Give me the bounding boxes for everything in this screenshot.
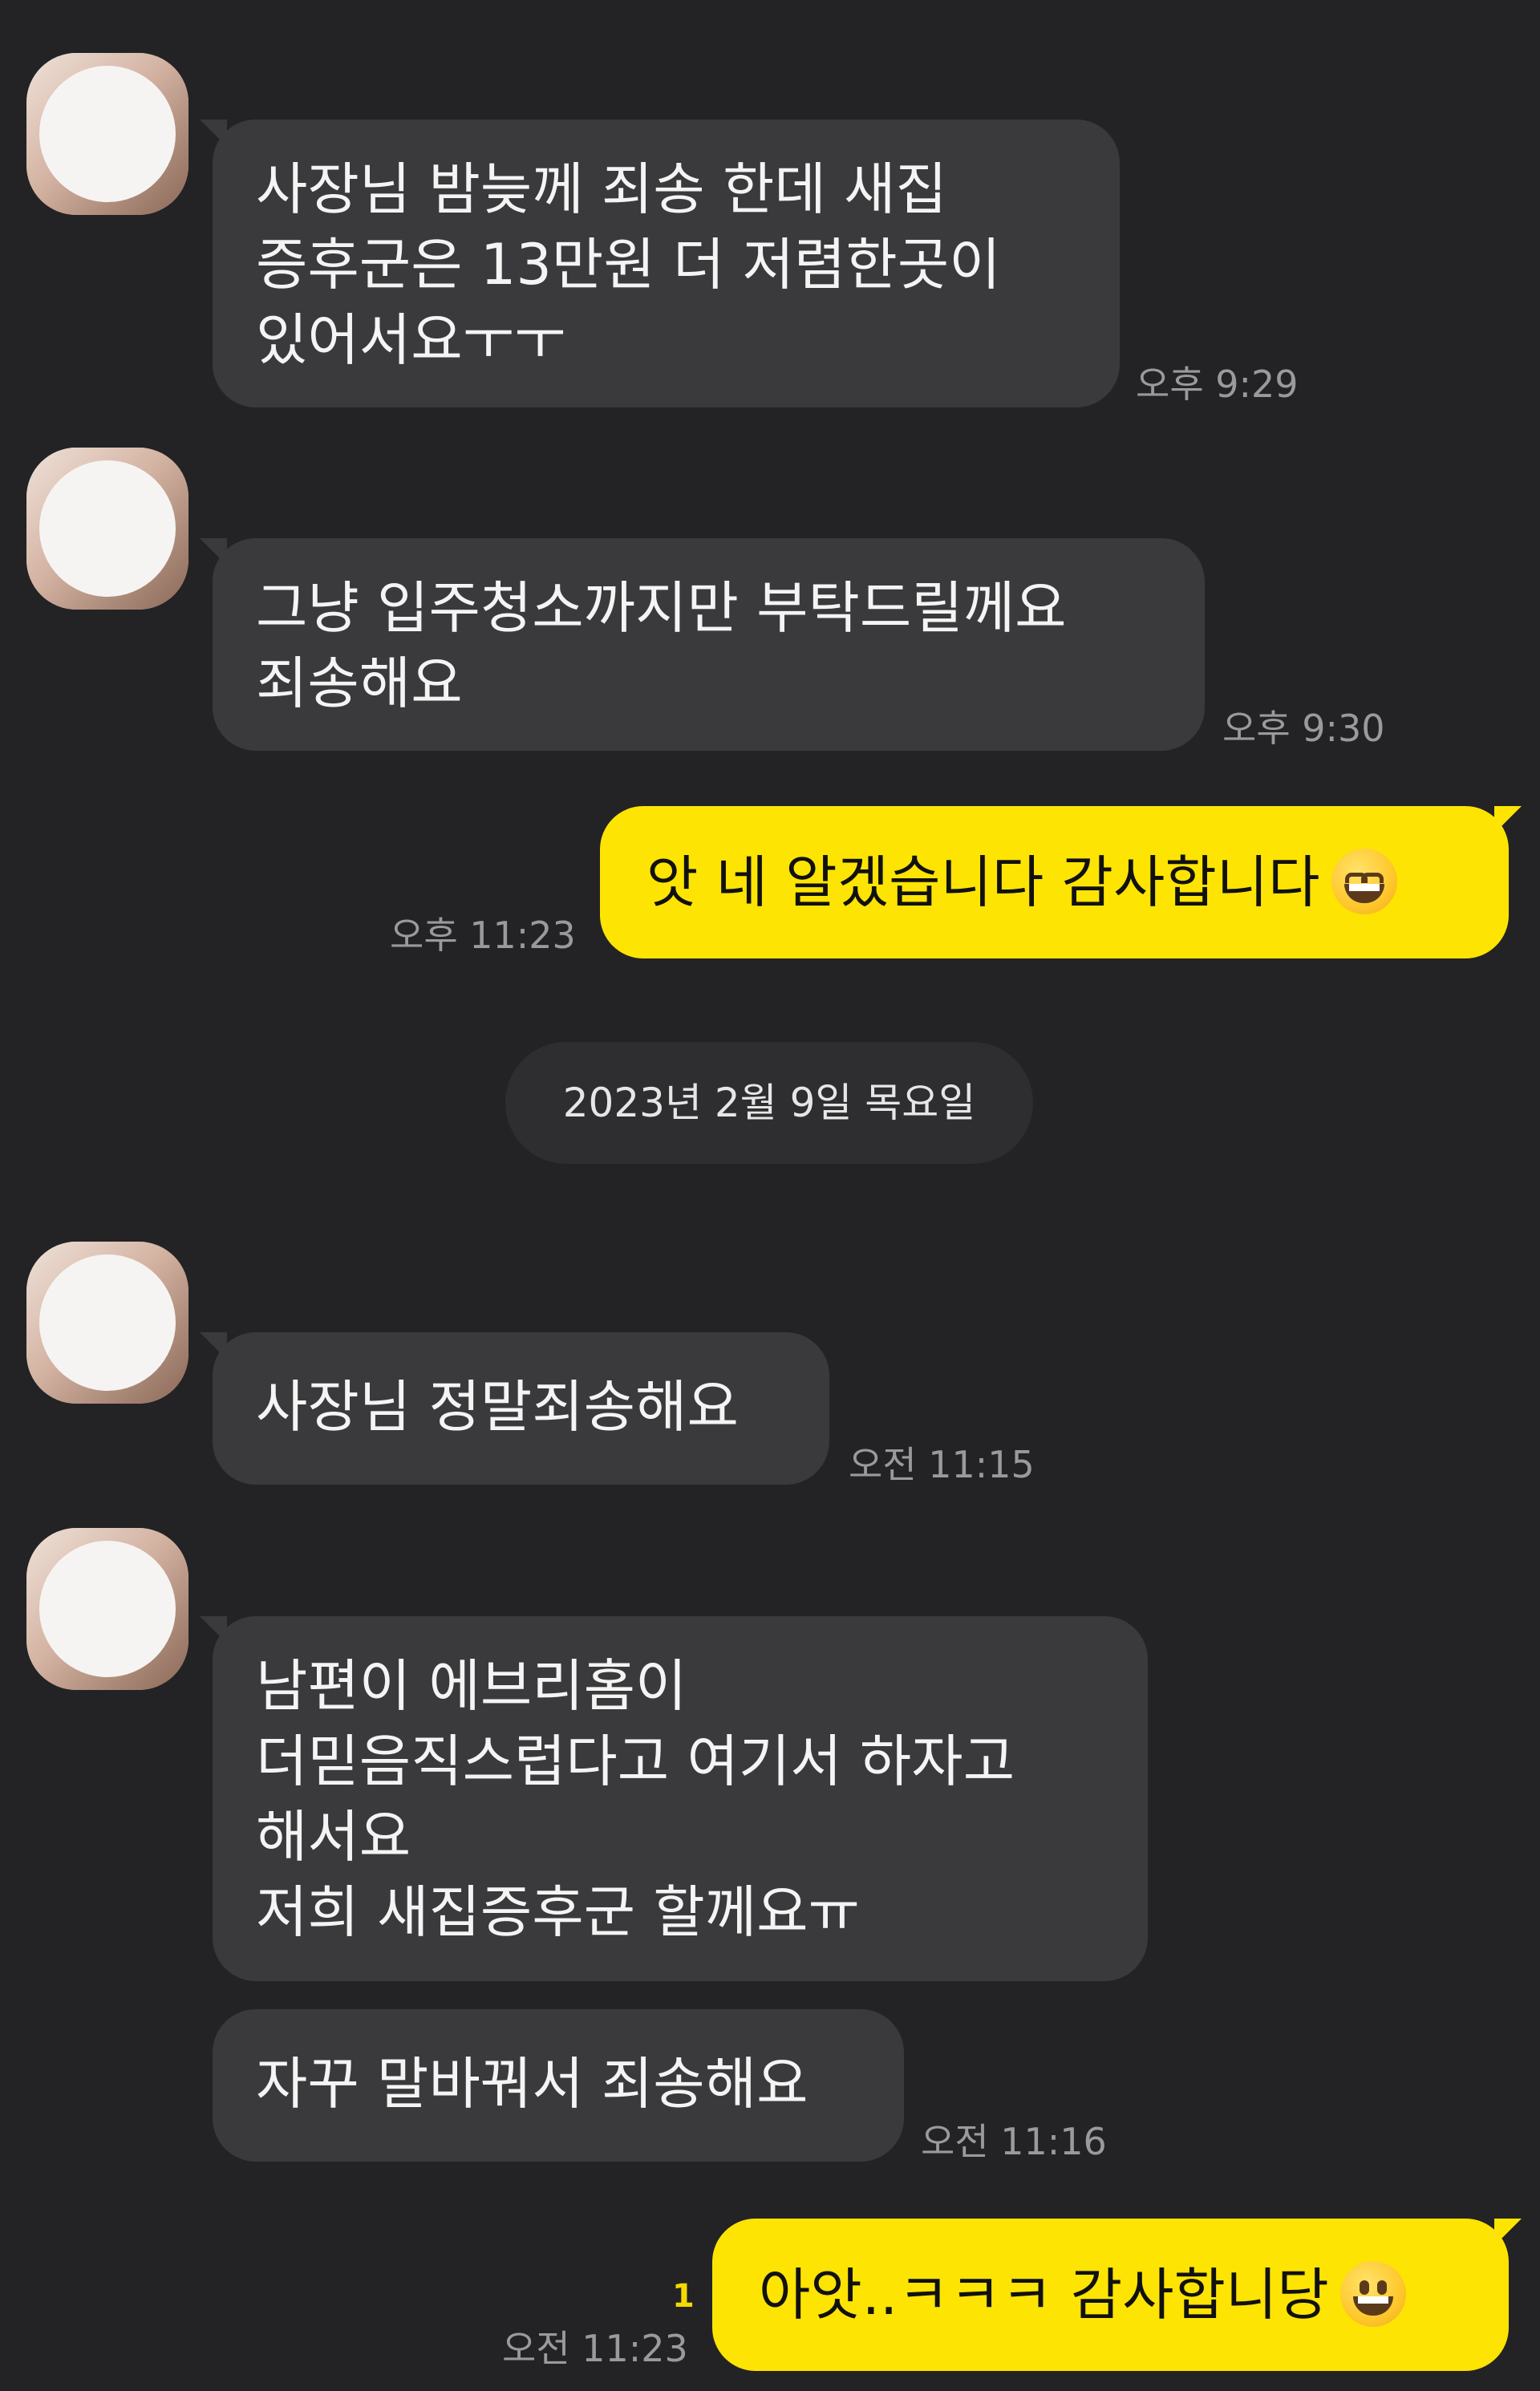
message-text: 증후군은 13만원 더 저렴한곳이 (256, 232, 1001, 298)
message-bubble-incoming[interactable]: 자꾸 말바꿔서 죄송해요 (213, 2009, 904, 2162)
avatar-blur-mask (39, 1254, 176, 1391)
message-text: 사장님 밤늦께 죄송 한데 새집 (256, 156, 947, 222)
message-text: 해서요 (256, 1804, 411, 1870)
avatar-blur-mask (39, 1541, 176, 1677)
message-timestamp: 오후 9:30 (1222, 707, 1385, 750)
message-text: 자꾸 말바꿔서 죄송해요 (256, 2051, 808, 2117)
message-timestamp: 오전 11:23 (502, 2327, 688, 2370)
grinning-face-emoji-icon (1339, 2260, 1406, 2327)
message-text: 남편이 에브리홈이 (256, 1653, 687, 1719)
emoji-right-eye (1360, 872, 1384, 883)
message-bubble-incoming[interactable]: 남편이 에브리홈이 더믿음직스럽다고 여기서 하자고 해서요 저희 새집증후군 … (200, 1616, 1148, 1981)
message-bubble-incoming[interactable]: 그냥 입주청소까지만 부탁드릴께요 죄송해요 (200, 538, 1205, 751)
message-timestamp: 오후 9:29 (1136, 363, 1299, 406)
date-divider: 2023년 2월 9일 목요일 (505, 1042, 1033, 1164)
emoji-mouth (1343, 883, 1384, 903)
message-text: 저희 새집증후군 할께요ㅠ (256, 1879, 860, 1945)
unread-count: 1 (672, 2278, 695, 2315)
message-text: 더믿음직스럽다고 여기서 하자고 (256, 1728, 1015, 1794)
avatar[interactable] (26, 1528, 188, 1690)
emoji-right-eye (1376, 2280, 1387, 2295)
message-text: 사장님 정말죄송해요 (256, 1374, 739, 1440)
message-timestamp: 오후 11:23 (390, 914, 576, 957)
message-bubble-incoming[interactable]: 사장님 밤늦께 죄송 한데 새집 증후군은 13만원 더 저렴한곳이 있어서요ㅜ… (200, 120, 1120, 407)
message-text: 있어서요ㅜㅜ (256, 307, 566, 373)
avatar[interactable] (26, 1242, 188, 1404)
message-text: 죄송해요 (256, 650, 463, 716)
message-timestamp: 오전 11:15 (849, 1443, 1035, 1486)
avatar[interactable] (26, 448, 188, 610)
message-bubble-outgoing[interactable]: 아앗..ㅋㅋㅋ 감사합니당 (712, 2219, 1522, 2371)
emoji-mouth (1352, 2296, 1393, 2316)
message-timestamp: 오전 11:16 (921, 2120, 1107, 2163)
avatar-blur-mask (39, 66, 176, 202)
message-text: 그냥 입주청소까지만 부탁드릴께요 (256, 575, 1067, 641)
emoji-left-eye (1359, 2280, 1369, 2295)
avatar[interactable] (26, 53, 188, 215)
message-text: 아앗..ㅋㅋㅋ 감사합니당 (759, 2262, 1329, 2328)
message-bubble-outgoing[interactable]: 앗 네 알겠습니다 감사합니다 (600, 806, 1522, 958)
message-bubble-incoming[interactable]: 사장님 정말죄송해요 (200, 1332, 829, 1485)
message-text: 앗 네 알겠습니다 감사합니다 (646, 849, 1320, 915)
avatar-blur-mask (39, 460, 176, 597)
grinning-squinting-face-emoji-icon (1331, 848, 1397, 914)
